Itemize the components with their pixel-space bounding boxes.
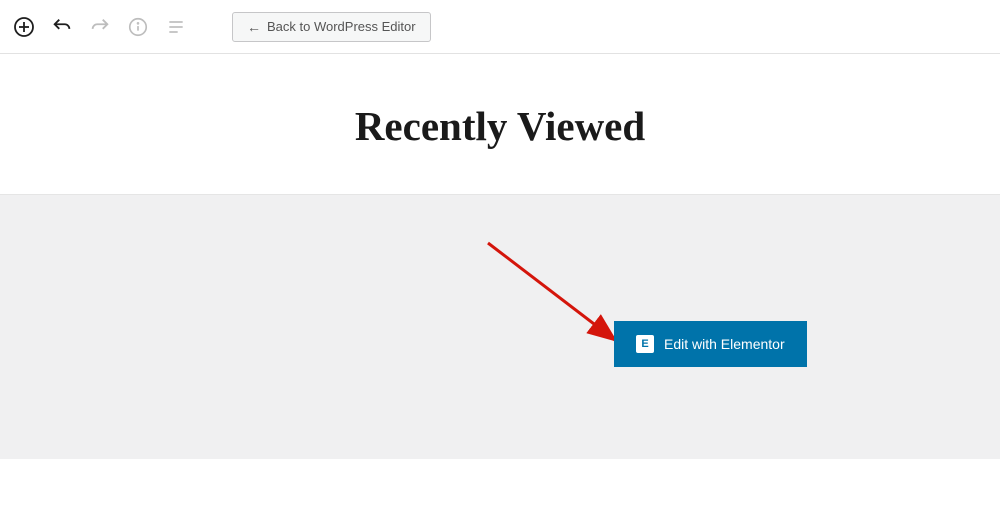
- info-icon[interactable]: [126, 15, 150, 39]
- left-arrow-icon: ←: [247, 19, 261, 35]
- outline-icon[interactable]: [164, 15, 188, 39]
- redo-icon: [88, 15, 112, 39]
- undo-icon[interactable]: [50, 15, 74, 39]
- add-block-icon[interactable]: [12, 15, 36, 39]
- content-area: E Edit with Elementor: [0, 194, 1000, 459]
- page-title[interactable]: Recently Viewed: [0, 102, 1000, 150]
- back-button-label: Back to WordPress Editor: [267, 19, 416, 34]
- title-area: Recently Viewed: [0, 54, 1000, 194]
- edit-with-elementor-button[interactable]: E Edit with Elementor: [614, 321, 807, 367]
- editor-toolbar: ← Back to WordPress Editor: [0, 0, 1000, 54]
- back-to-wordpress-button[interactable]: ← Back to WordPress Editor: [232, 12, 431, 42]
- elementor-button-label: Edit with Elementor: [664, 336, 785, 352]
- elementor-icon: E: [636, 335, 654, 353]
